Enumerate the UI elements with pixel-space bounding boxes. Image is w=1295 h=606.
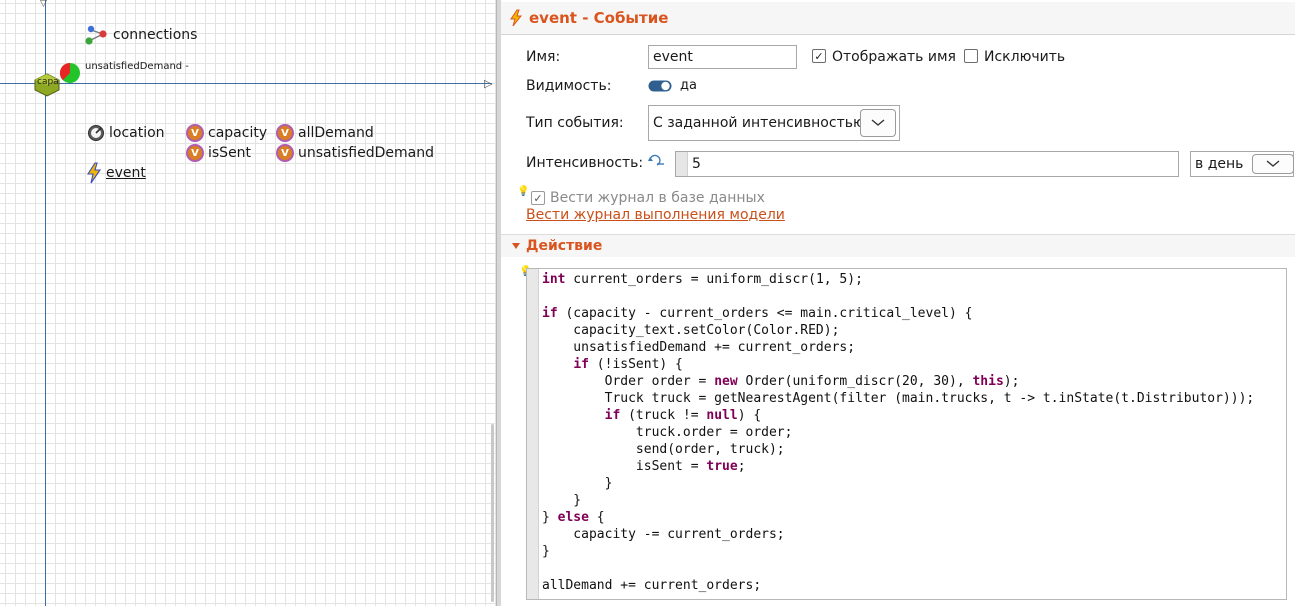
connections-element[interactable]: connections xyxy=(83,24,197,46)
name-label: Имя: xyxy=(526,49,561,65)
name-input-value: event xyxy=(653,49,693,65)
name-input[interactable]: event xyxy=(648,45,797,69)
show-name-label: Отображать имя xyxy=(832,49,956,65)
exclude-label: Исключить xyxy=(984,49,1066,65)
rate-input-value: 5 xyxy=(692,156,701,172)
pie-chart-element[interactable] xyxy=(59,62,81,88)
event-type-label: Тип события: xyxy=(526,115,624,131)
visibility-label: Видимость: xyxy=(526,78,612,94)
rate-unit-dropdown-button[interactable] xyxy=(1252,154,1294,174)
variable-alldemand[interactable]: V allDemand xyxy=(276,124,374,142)
properties-panel: event - Событие Имя: event ✓ Отображать … xyxy=(501,0,1295,606)
action-section-header[interactable]: Действие xyxy=(501,234,1295,257)
action-code: int current_orders = uniform_discr(1, 5)… xyxy=(542,272,1255,593)
variable-icon: V xyxy=(276,124,294,142)
rate-unit-value: в день xyxy=(1195,156,1244,172)
log-db-label: Вести журнал в базе данных xyxy=(550,190,765,206)
canvas-vertical-scrollbar[interactable] xyxy=(491,424,494,602)
chevron-down-icon xyxy=(871,119,885,126)
triangle-down-icon xyxy=(512,243,520,249)
variable-capacity-label: capacity xyxy=(208,125,268,141)
rate-input[interactable]: 5 xyxy=(675,151,1179,177)
action-code-editor[interactable]: int current_orders = uniform_discr(1, 5)… xyxy=(526,268,1287,600)
rate-input-gutter xyxy=(676,152,688,176)
dynamic-value-icon[interactable] xyxy=(648,154,666,168)
code-editor-gutter xyxy=(527,269,539,599)
location-element[interactable]: location xyxy=(87,124,165,142)
event-type-dropdown-button[interactable] xyxy=(860,109,896,137)
y-axis-arrow-icon: ▽ xyxy=(40,0,47,9)
event-type-select[interactable]: С заданной интенсивностью xyxy=(648,105,900,141)
chevron-down-icon xyxy=(1266,160,1280,167)
variable-icon: V xyxy=(186,124,204,142)
connections-label: connections xyxy=(113,27,198,43)
action-section-title: Действие xyxy=(526,238,603,254)
visibility-value: да xyxy=(680,78,697,93)
toggle-icon[interactable] xyxy=(648,80,672,92)
event-element[interactable]: event xyxy=(86,162,146,184)
lightning-icon xyxy=(86,162,102,184)
rate-label: Интенсивность: xyxy=(526,155,644,171)
lightning-icon xyxy=(510,9,523,27)
variable-unsatisfieddemand-label: unsatisfiedDemand xyxy=(298,145,434,161)
properties-header: event - Событие xyxy=(501,2,1295,35)
properties-title: event - Событие xyxy=(529,9,669,27)
unsatisfied-demand-label: unsatisfiedDemand - xyxy=(85,61,189,72)
lightbulb-icon: 💡 xyxy=(517,186,530,197)
exclude-checkbox[interactable] xyxy=(964,49,978,63)
rate-unit-select[interactable]: в день xyxy=(1190,151,1294,177)
agent-element[interactable]: capa xyxy=(33,73,61,101)
pie-icon xyxy=(59,62,80,83)
event-type-value: С заданной интенсивностью xyxy=(653,115,865,131)
variable-issent-label: isSent xyxy=(208,145,252,161)
show-name-checkbox[interactable]: ✓ xyxy=(812,49,826,63)
variable-icon: V xyxy=(276,144,294,162)
x-axis-arrow-icon: ▷ xyxy=(484,77,493,90)
agent-capa-label: capa xyxy=(37,77,59,87)
variable-icon: V xyxy=(186,144,204,162)
event-label: event xyxy=(106,165,146,181)
variable-alldemand-label: allDemand xyxy=(298,125,374,141)
variable-issent[interactable]: V isSent xyxy=(186,144,251,162)
location-label: location xyxy=(109,125,165,141)
variable-unsatisfieddemand[interactable]: V unsatisfiedDemand xyxy=(276,144,434,162)
graphical-editor-canvas[interactable]: ▷ ▽ connections capa unsatisfiedDemand - xyxy=(0,0,498,606)
connections-icon xyxy=(85,25,107,45)
location-icon xyxy=(88,125,104,141)
log-run-link[interactable]: Вести журнал выполнения модели xyxy=(526,207,785,223)
unsatisfied-demand-chart-label: unsatisfiedDemand - xyxy=(85,61,189,72)
variable-capacity[interactable]: V capacity xyxy=(186,124,267,142)
log-db-checkbox[interactable]: ✓ xyxy=(531,191,545,205)
